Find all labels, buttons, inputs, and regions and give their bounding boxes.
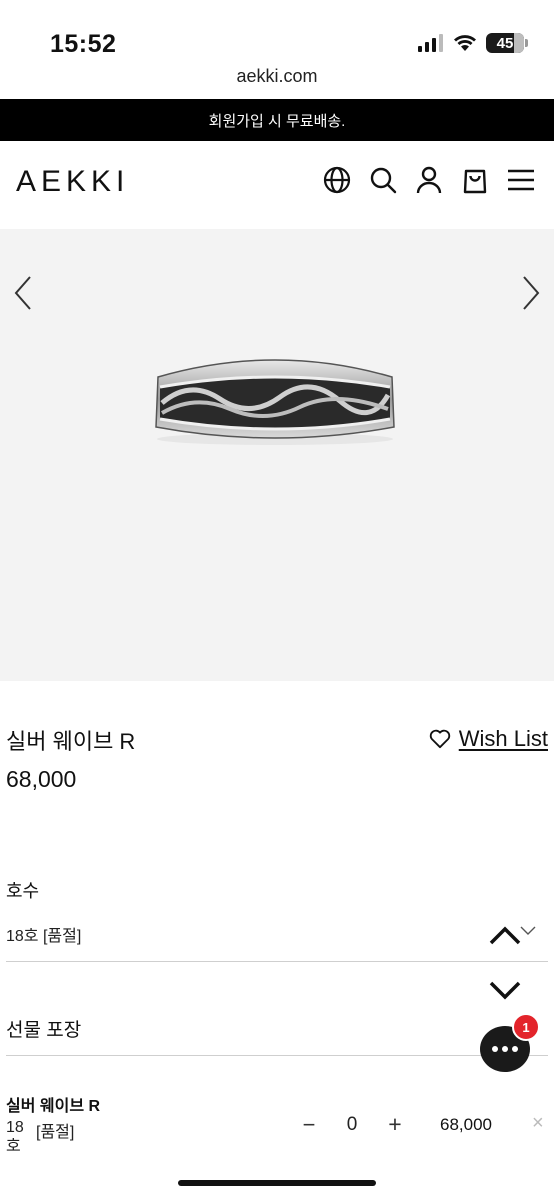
divider	[6, 1055, 548, 1056]
quantity-increase-button[interactable]: +	[384, 1111, 406, 1138]
promo-text: 회원가입 시 무료배송.	[208, 112, 346, 130]
chevron-left-icon[interactable]	[10, 273, 38, 313]
globe-icon[interactable]	[322, 165, 352, 195]
divider	[6, 961, 548, 962]
selected-item-name: 실버 웨이브 R	[6, 1098, 101, 1115]
selected-item-size: 18 호	[6, 1119, 24, 1155]
wishlist-button[interactable]: Wish List	[429, 726, 548, 752]
chat-bubble-icon	[492, 1046, 518, 1052]
menu-icon[interactable]	[506, 165, 536, 195]
home-indicator	[178, 1180, 376, 1186]
scroll-down-icon[interactable]	[488, 980, 522, 1002]
quantity-value[interactable]: 0	[340, 1114, 364, 1136]
status-bar: 15:52 45	[0, 0, 554, 62]
wishlist-label: Wish List	[458, 726, 548, 751]
cellular-signal-icon	[418, 34, 443, 52]
promo-banner: 회원가입 시 무료배송.	[0, 99, 554, 141]
battery-level: 45	[496, 34, 514, 52]
chevron-down-icon[interactable]	[520, 924, 536, 936]
url-bar[interactable]: aekki.com	[0, 66, 554, 87]
product-image-ring	[155, 359, 395, 445]
cart-icon[interactable]	[460, 165, 490, 195]
scroll-up-icon[interactable]	[488, 924, 522, 946]
remove-item-button[interactable]: ×	[532, 1112, 544, 1135]
battery-icon: 45	[486, 33, 528, 53]
status-icons: 45	[418, 33, 528, 53]
heart-icon	[429, 729, 450, 749]
chat-badge: 1	[512, 1013, 540, 1041]
status-time: 15:52	[50, 30, 117, 58]
chevron-right-icon[interactable]	[516, 273, 544, 313]
wifi-icon	[454, 35, 476, 51]
quantity-decrease-button[interactable]: −	[298, 1112, 320, 1138]
user-icon[interactable]	[414, 165, 444, 195]
header-icons	[322, 165, 536, 195]
product-price: 68,000	[6, 766, 77, 792]
gift-wrap-label[interactable]: 선물 포장	[6, 1015, 81, 1042]
logo[interactable]: AEKKI	[16, 165, 129, 199]
product-gallery[interactable]	[0, 229, 554, 681]
line-item-price: 68,000	[440, 1115, 492, 1134]
search-icon[interactable]	[368, 165, 398, 195]
size-option-label: 호수	[6, 881, 40, 901]
selected-item-status: [품절]	[36, 1124, 75, 1141]
site-header: AEKKI	[0, 141, 554, 229]
product-title: 실버 웨이브 R	[6, 729, 136, 754]
size-select-value[interactable]: 18호 [품절]	[6, 922, 81, 946]
